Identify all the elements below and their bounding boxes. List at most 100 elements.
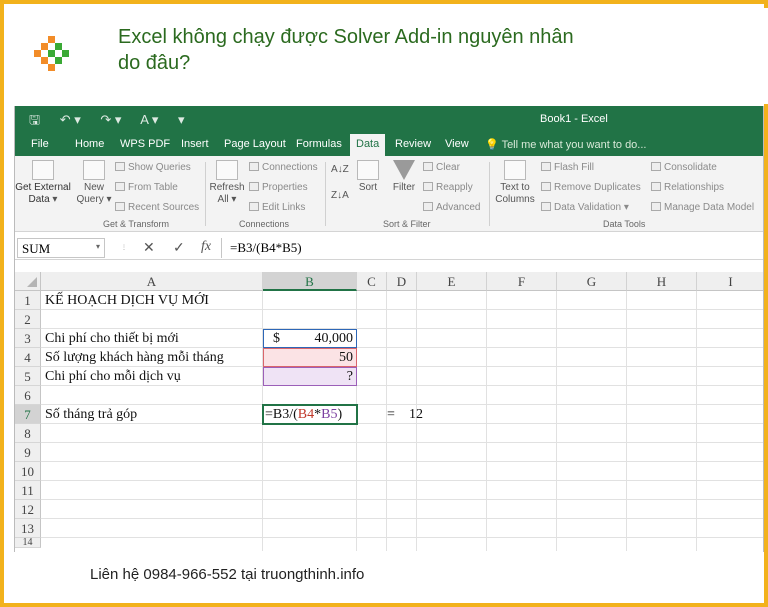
cancel-icon[interactable]: ✕	[143, 239, 155, 256]
column-header-f[interactable]: F	[487, 272, 557, 291]
formula-bar: SUM ▾ ⋮ ✕ ✓ fx =B3/(B4*B5)	[15, 236, 763, 260]
relationships-button[interactable]: Relationships	[651, 182, 724, 193]
customize-icon[interactable]: ▾	[178, 112, 185, 127]
row-header-14[interactable]: 14	[15, 538, 41, 548]
name-box[interactable]: SUM ▾	[17, 238, 105, 258]
recent-sources-button[interactable]: Recent Sources	[115, 202, 199, 213]
cell-a3[interactable]: Chi phí cho thiết bị mới	[45, 329, 179, 348]
cell-b5[interactable]: ?	[263, 367, 353, 386]
row-header-7[interactable]: 7	[15, 405, 41, 424]
select-all-corner[interactable]	[15, 272, 41, 291]
group-get-transform: Get & Transform	[103, 219, 170, 229]
quick-access-toolbar: 🖫 ↶ ▾ ↷ ▾ A ▾ ▾	[29, 111, 201, 133]
sort-icon	[357, 160, 379, 180]
data-validation-button[interactable]: Data Validation ▾	[541, 202, 629, 213]
site-logo	[34, 36, 74, 76]
row-header-8[interactable]: 8	[15, 424, 41, 443]
flash-fill-button[interactable]: Flash Fill	[541, 162, 594, 173]
row-header-4[interactable]: 4	[15, 348, 41, 367]
database-icon	[32, 160, 54, 180]
more-icon: ⋮	[121, 245, 127, 251]
tell-me-box[interactable]: 💡 Tell me what you want to do...	[485, 138, 646, 151]
cell-a7[interactable]: Số tháng trả góp	[45, 405, 137, 424]
row-header-9[interactable]: 9	[15, 443, 41, 462]
ribbon-data: Get External Data ▾ New Query ▾ Show Que…	[15, 156, 763, 232]
cell-d7[interactable]: 12	[409, 405, 423, 424]
column-header-i[interactable]: I	[697, 272, 763, 291]
reapply-button[interactable]: Reapply	[423, 182, 473, 193]
column-header-b[interactable]: B	[263, 272, 357, 291]
properties-button[interactable]: Properties	[249, 182, 308, 193]
column-header-g[interactable]: G	[557, 272, 627, 291]
lightbulb-icon: 💡	[485, 139, 499, 151]
cell-a5[interactable]: Chi phí cho mỗi dịch vụ	[45, 367, 181, 386]
sort-z-a-icon[interactable]: Z↓A	[331, 190, 349, 201]
ribbon-tabs: File Home WPS PDF Insert Page Layout For…	[15, 132, 763, 156]
redo-icon[interactable]: ↷ ▾	[100, 112, 121, 127]
insert-function-icon[interactable]: fx	[201, 239, 211, 255]
cell-c7[interactable]: =	[387, 405, 395, 424]
sort-button[interactable]: Sort	[353, 160, 383, 194]
row-header-1[interactable]: 1	[15, 291, 41, 310]
group-sort-filter: Sort & Filter	[383, 219, 431, 229]
filter-button[interactable]: Filter	[389, 160, 419, 194]
tab-page-layout[interactable]: Page Layout	[224, 138, 286, 150]
font-color-icon[interactable]: A ▾	[140, 112, 158, 127]
chevron-down-icon: ▾	[95, 242, 100, 251]
text-to-columns-button[interactable]: Text to Columns	[493, 160, 537, 206]
enter-icon[interactable]: ✓	[173, 239, 185, 256]
contact-footer: Liên hệ 0984-966-552 tại truongthinh.inf…	[90, 566, 365, 583]
title-bar: 🖫 ↶ ▾ ↷ ▾ A ▾ ▾ Book1 - Excel	[15, 106, 763, 133]
refresh-all-button[interactable]: Refresh All ▾	[209, 160, 245, 206]
group-data-tools: Data Tools	[603, 219, 646, 229]
save-icon[interactable]: 🖫	[29, 112, 40, 127]
tab-file[interactable]: File	[31, 138, 49, 150]
formula-input[interactable]: =B3/(B4*B5)	[221, 238, 761, 258]
tab-home[interactable]: Home	[75, 138, 104, 150]
clear-button[interactable]: Clear	[423, 162, 460, 173]
advanced-button[interactable]: Advanced	[423, 202, 480, 213]
column-header-e[interactable]: E	[417, 272, 487, 291]
consolidate-button[interactable]: Consolidate	[651, 162, 717, 173]
manage-data-model-button[interactable]: Manage Data Model	[651, 202, 754, 213]
column-header-a[interactable]: A	[41, 272, 263, 291]
connections-button[interactable]: Connections	[249, 162, 318, 173]
cell-b7[interactable]: =B3/(B4*B5)	[265, 405, 342, 424]
column-header-c[interactable]: C	[357, 272, 387, 291]
row-header-12[interactable]: 12	[15, 500, 41, 519]
row-header-2[interactable]: 2	[15, 310, 41, 329]
remove-duplicates-button[interactable]: Remove Duplicates	[541, 182, 641, 193]
article-header: Excel không chạy được Solver Add-in nguy…	[8, 8, 768, 104]
cell-a4[interactable]: Số lượng khách hàng mỗi tháng	[45, 348, 224, 367]
row-header-3[interactable]: 3	[15, 329, 41, 348]
undo-icon[interactable]: ↶ ▾	[60, 112, 81, 127]
refresh-icon	[216, 160, 238, 180]
get-external-data-button[interactable]: Get External Data ▾	[15, 160, 71, 206]
text-columns-icon	[504, 160, 526, 180]
group-connections: Connections	[239, 219, 290, 229]
cell-b3[interactable]: 40,000	[263, 329, 354, 348]
from-table-button[interactable]: From Table	[115, 182, 178, 193]
excel-window: 🖫 ↶ ▾ ↷ ▾ A ▾ ▾ Book1 - Excel File Home …	[14, 106, 764, 552]
column-header-h[interactable]: H	[627, 272, 697, 291]
edit-links-button[interactable]: Edit Links	[249, 202, 305, 213]
tab-review[interactable]: Review	[395, 138, 431, 150]
column-header-d[interactable]: D	[387, 272, 417, 291]
tab-data[interactable]: Data	[350, 134, 386, 156]
filter-icon	[393, 160, 415, 180]
cell-a1[interactable]: KẾ HOẠCH DỊCH VỤ MỚI	[45, 291, 209, 310]
row-header-5[interactable]: 5	[15, 367, 41, 386]
article-title: Excel không chạy được Solver Add-in nguy…	[118, 26, 574, 74]
tab-wps-pdf[interactable]: WPS PDF	[120, 138, 170, 150]
row-header-11[interactable]: 11	[15, 481, 41, 500]
tab-insert[interactable]: Insert	[181, 138, 209, 150]
row-header-6[interactable]: 6	[15, 386, 41, 405]
sort-a-z-icon[interactable]: A↓Z	[331, 164, 349, 175]
row-header-10[interactable]: 10	[15, 462, 41, 481]
tab-formulas[interactable]: Formulas	[296, 138, 342, 150]
row-header-13[interactable]: 13	[15, 519, 41, 538]
new-query-button[interactable]: New Query ▾	[75, 160, 113, 206]
tab-view[interactable]: View	[445, 138, 469, 150]
cell-b4[interactable]: 50	[263, 348, 353, 367]
show-queries-button[interactable]: Show Queries	[115, 162, 191, 173]
